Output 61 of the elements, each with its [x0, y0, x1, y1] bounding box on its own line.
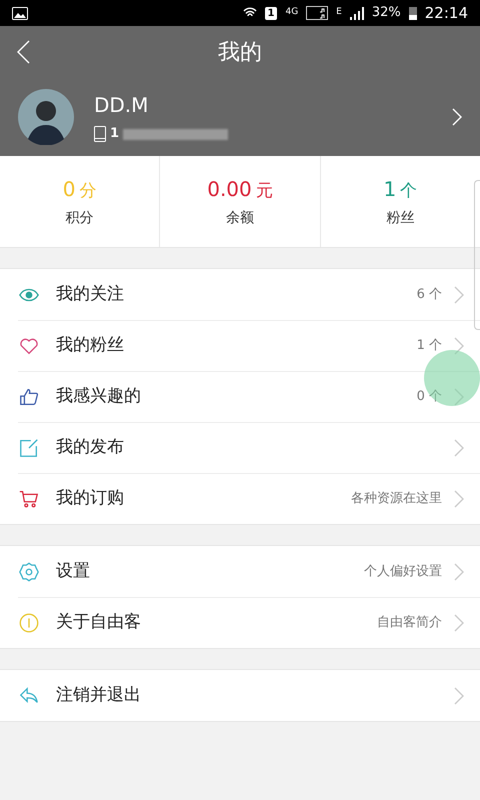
network-label: 4G — [285, 6, 298, 20]
menu-detail: 1 个 — [416, 336, 442, 355]
menu-label: 我的关注 — [56, 282, 125, 306]
menu-detail: 各种资源在这里 — [351, 490, 442, 508]
stat-unit: 元 — [256, 180, 273, 203]
page-title: 我的 — [218, 38, 262, 66]
battery-percent: 32% — [372, 4, 401, 22]
avatar — [18, 89, 74, 145]
menu-detail: 个人偏好设置 — [364, 562, 442, 581]
menu-label: 关于自由客 — [56, 610, 142, 634]
battery-icon — [408, 6, 417, 20]
edit-icon — [18, 436, 40, 458]
sim-badge: 1 — [264, 6, 278, 20]
menu-detail: 0 个 — [416, 388, 442, 406]
chevron-right-icon — [454, 614, 464, 632]
profile-row[interactable]: DD.M 1 — [0, 78, 480, 156]
phone-number: 1 — [110, 125, 120, 144]
menu-item[interactable]: 我感兴趣的 0 个 — [0, 371, 480, 422]
user-name: DD.M — [94, 92, 150, 120]
menu-label: 我感兴趣的 — [56, 384, 142, 408]
stat-value: 0 — [62, 176, 76, 203]
image-icon — [12, 6, 28, 20]
menu-detail: 6 个 — [416, 286, 442, 304]
phone-icon — [94, 126, 106, 142]
clock: 22:14 — [424, 2, 468, 24]
menu-label: 设置 — [56, 560, 91, 583]
menu-label: 我的发布 — [56, 436, 125, 459]
menu-detail: 自由客简介 — [377, 614, 442, 632]
chevron-right-icon — [454, 438, 464, 456]
stat-item[interactable]: 0.00 元 余额 — [159, 156, 320, 247]
stat-item[interactable]: 1 个 粉丝 — [320, 156, 480, 247]
info-icon — [18, 612, 40, 634]
chevron-right-icon — [454, 686, 464, 704]
menu-item[interactable]: 设置 个人偏好设置 — [0, 546, 480, 597]
stat-unit: 分 — [80, 180, 97, 203]
menu-item[interactable]: 关于自由客 自由客简介 — [0, 597, 480, 648]
menu-label: 我的粉丝 — [56, 334, 125, 357]
stat-value: 1 — [383, 176, 396, 203]
menu-label: 我的订购 — [56, 486, 125, 510]
chevron-right-icon — [454, 286, 464, 304]
menu-item[interactable]: 我的粉丝 1 个 — [0, 320, 480, 371]
chevron-right-icon — [454, 336, 464, 354]
menu-item[interactable]: 我的订购 各种资源在这里 — [0, 473, 480, 524]
chevron-right-icon — [454, 388, 464, 406]
menu-item[interactable]: 我的发布 — [0, 422, 480, 473]
stat-label: 余额 — [226, 209, 254, 228]
chevron-right-icon — [452, 108, 462, 126]
menu-item[interactable]: 注销并退出 — [0, 670, 480, 721]
chevron-right-icon — [454, 562, 464, 580]
stat-value: 0.00 — [207, 176, 252, 203]
stat-label: 粉丝 — [386, 209, 414, 228]
menu-label: 注销并退出 — [56, 684, 142, 707]
back-icon — [16, 40, 30, 64]
network-label: E — [336, 6, 342, 20]
stat-unit: 个 — [400, 180, 418, 203]
stat-item[interactable]: 0 分 积分 — [0, 156, 160, 247]
menu-item[interactable]: 我的关注 6 个 — [0, 269, 480, 320]
chevron-right-icon — [454, 490, 464, 508]
stat-label: 积分 — [66, 209, 94, 228]
settings-icon — [18, 560, 40, 582]
back-button[interactable] — [16, 40, 30, 64]
